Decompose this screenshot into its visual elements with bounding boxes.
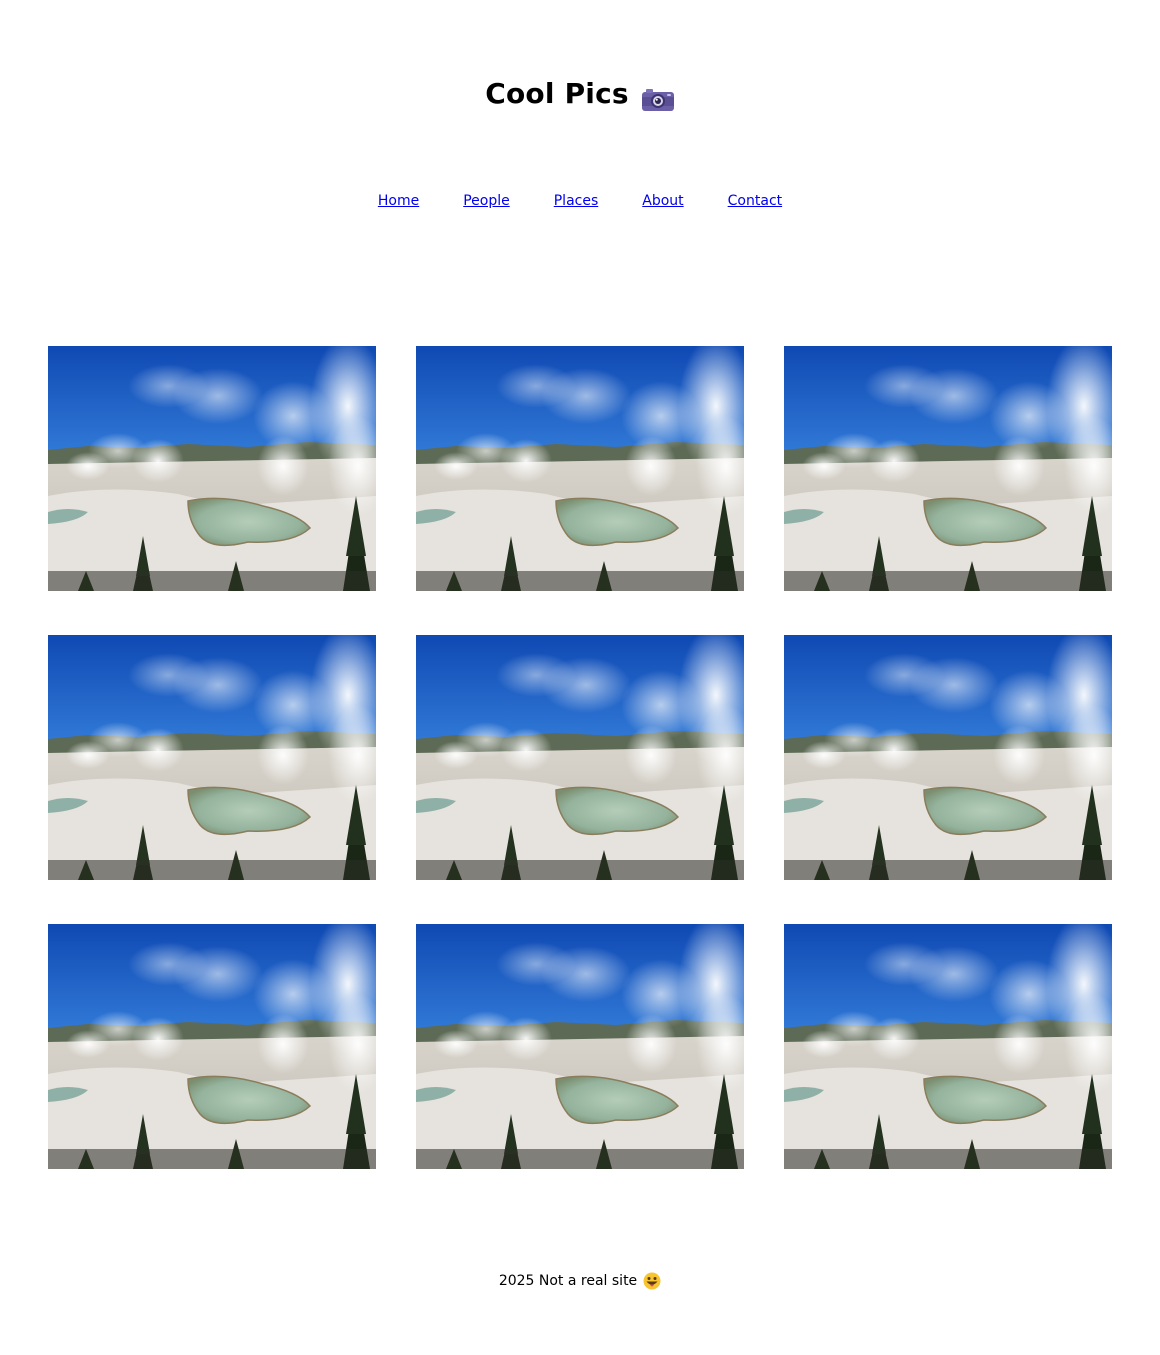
- nav-link-contact[interactable]: Contact: [728, 193, 782, 209]
- nav-link-home[interactable]: Home: [378, 193, 419, 209]
- camera-icon: [641, 81, 675, 111]
- site-footer: 2025 Not a real site: [0, 1270, 1160, 1292]
- nav-link-people[interactable]: People: [463, 193, 510, 209]
- site-header: Cool Pics: [0, 72, 1160, 116]
- site-title-text: Cool Pics: [485, 77, 629, 110]
- geyser-basin-photo: [48, 635, 376, 880]
- geyser-basin-photo: [48, 346, 376, 591]
- geyser-basin-photo: [784, 924, 1112, 1169]
- photo-gallery: [48, 346, 1112, 1169]
- gallery-photo[interactable]: [48, 924, 376, 1169]
- nav-list: Home People Places About Contact: [378, 190, 782, 212]
- gallery-photo[interactable]: [416, 346, 744, 591]
- gallery-photo[interactable]: [416, 635, 744, 880]
- nav-item-people: People: [463, 190, 510, 212]
- geyser-basin-photo: [784, 635, 1112, 880]
- nav-item-about: About: [642, 190, 683, 212]
- geyser-basin-photo: [416, 635, 744, 880]
- nav-item-home: Home: [378, 190, 419, 212]
- footer-text: 2025 Not a real site: [498, 1273, 638, 1289]
- footer-line: 2025 Not a real site: [499, 1270, 661, 1292]
- gallery-photo[interactable]: [416, 924, 744, 1169]
- nav-link-places[interactable]: Places: [554, 193, 599, 209]
- gallery-photo[interactable]: [784, 346, 1112, 591]
- grinning-face-with-tongue-icon: [643, 1272, 661, 1290]
- nav-link-about[interactable]: About: [642, 193, 683, 209]
- gallery-photo[interactable]: [784, 924, 1112, 1169]
- geyser-basin-photo: [784, 346, 1112, 591]
- geyser-basin-photo: [416, 346, 744, 591]
- gallery-photo[interactable]: [48, 346, 376, 591]
- gallery-photo[interactable]: [48, 635, 376, 880]
- page: Cool Pics Home People Places About Conta…: [0, 0, 1160, 1355]
- nav-item-places: Places: [554, 190, 599, 212]
- gallery-photo[interactable]: [784, 635, 1112, 880]
- site-title: Cool Pics: [485, 72, 675, 116]
- main-nav: Home People Places About Contact: [0, 190, 1160, 212]
- geyser-basin-photo: [416, 924, 744, 1169]
- geyser-basin-photo: [48, 924, 376, 1169]
- nav-item-contact: Contact: [728, 190, 782, 212]
